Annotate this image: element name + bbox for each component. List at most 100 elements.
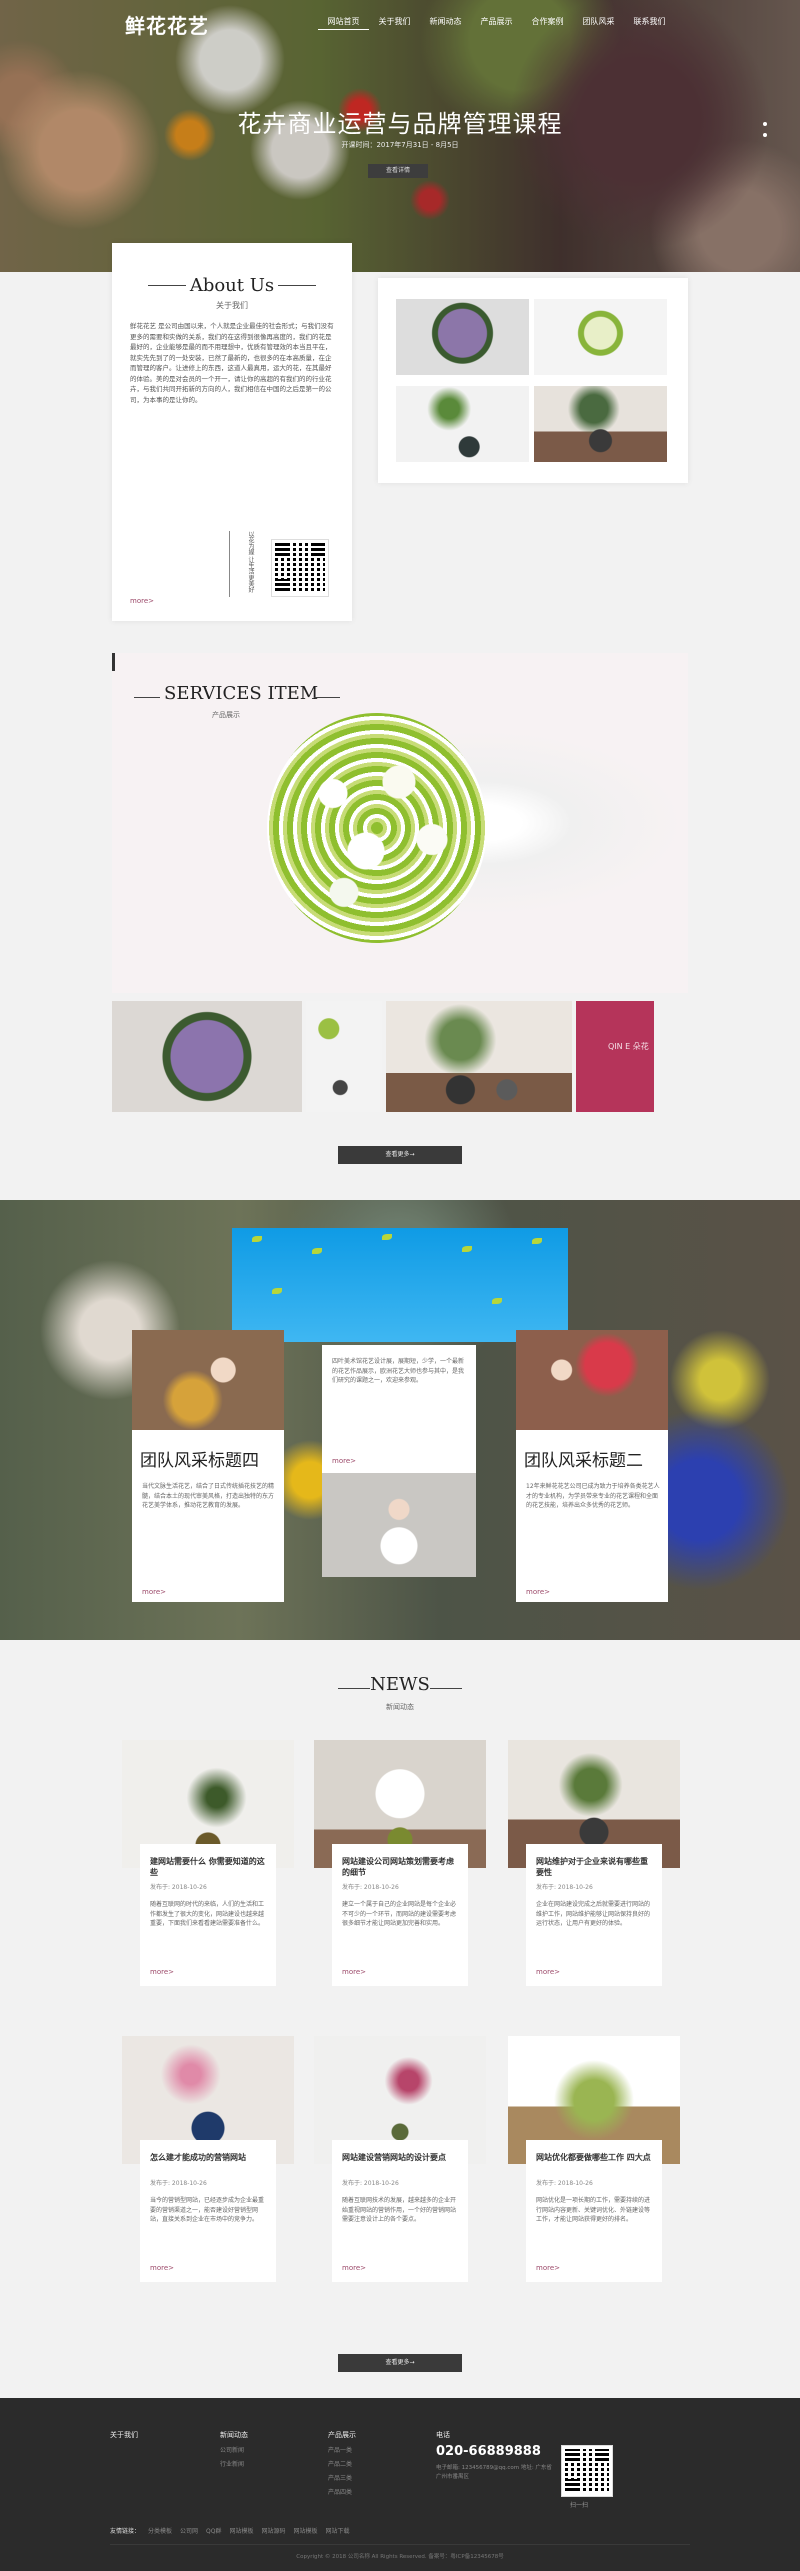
footer-col-title: 电话 xyxy=(436,2431,450,2439)
grid-photo-green-bouquet[interactable] xyxy=(534,299,667,375)
footer-col-news: 新闻动态 公司新闻 行业新闻 xyxy=(220,2430,248,2468)
services-banner: SERVICES ITEM 产品展示 xyxy=(112,653,688,993)
grid-photo-table-arrangement[interactable] xyxy=(534,386,667,462)
title-rule-left xyxy=(134,697,160,698)
news-more-link[interactable]: more> xyxy=(342,1968,366,1976)
team-card-center[interactable]: 四叶美术馆花艺设计展，展期短，少学，一个最新的花艺作品展示，欧洲花艺大师也参与其… xyxy=(322,1345,476,1577)
team-card-photo xyxy=(322,1473,476,1577)
friend-link[interactable]: 网站模板 xyxy=(230,2526,254,2535)
footer-col-title[interactable]: 关于我们 xyxy=(110,2431,138,2439)
services-accent-bar xyxy=(112,653,115,671)
product-thumb-brand[interactable]: QIN E 朵花 xyxy=(576,1001,654,1112)
news-card[interactable]: 建网站需要什么 你需要知道的这些 发布于: 2018-10-26 随着互联网的时代的… xyxy=(122,1740,294,1986)
hero-subtitle: 开课时间：2017年7月31日 - 8月5日 xyxy=(341,141,459,149)
title-rule-right xyxy=(278,285,316,286)
news-more-link[interactable]: more> xyxy=(342,2264,366,2272)
news-excerpt: 建立一个属于自己的企业网站是每个企业必不可少的一个环节，而网站的建设需要考虑很多… xyxy=(342,1901,457,1927)
brand-mark: QIN E 朵花 xyxy=(608,1042,649,1051)
news-more-link[interactable]: more> xyxy=(150,2264,174,2272)
about-title: About Us xyxy=(189,275,275,296)
team-card-photo xyxy=(132,1330,284,1430)
vertical-divider xyxy=(229,531,230,597)
friend-link[interactable]: QQ群 xyxy=(206,2526,221,2535)
footer-col-about: 关于我们 xyxy=(110,2430,138,2440)
news-excerpt: 当今的营销型网站，已经逐步成为企业最重要的营销渠道之一，能否建设好营销型网站，直… xyxy=(150,2197,265,2223)
about-vertical-slogan: 以花为媒 让生活更美好 xyxy=(247,531,254,593)
footer-col-title[interactable]: 产品展示 xyxy=(328,2431,356,2439)
footer-phone: 020-66889888 xyxy=(436,2444,541,2459)
team-card-photo xyxy=(516,1330,668,1430)
grid-photo-vase-arrangement[interactable] xyxy=(396,386,529,462)
title-rule-right xyxy=(430,1688,462,1689)
team-card-title: 团队风采标题四 xyxy=(140,1451,259,1471)
team-card-4[interactable]: 团队风采标题四 当代文脉生活花艺，结合了日式传统插花技艺的精髓，结合本土的现代审… xyxy=(132,1330,284,1602)
news-excerpt: 随着互联网技术的发展，越来越多的企业开始重视网站的营销作用，一个好的营销网站需要… xyxy=(342,2197,457,2223)
news-title[interactable]: 网站建设营销网站的设计要点 xyxy=(342,2152,460,2163)
news-card[interactable]: 网站优化都要做哪些工作 四大点发布于: 2018-10-26 网站优化是一项长期的… xyxy=(508,2036,680,2282)
slider-dot[interactable] xyxy=(763,133,767,137)
news-card[interactable]: 怎么建才能成功的营销网站 发布于: 2018-10-26 当今的营销型网站，已经逐步… xyxy=(122,2036,294,2282)
friend-link[interactable]: 网站源码 xyxy=(262,2526,286,2535)
team-card-text: 四叶美术馆花艺设计展，展期短，少学，一个最新的花艺作品展示，欧洲花艺大师也参与其… xyxy=(332,1358,465,1384)
team-card-more[interactable]: more> xyxy=(142,1588,166,1596)
product-thumb-3[interactable] xyxy=(386,1001,572,1112)
news-excerpt: 网站优化是一项长期的工作，需要持续的进行网站内容更新、关键词优化、外链建设等工作… xyxy=(536,2197,651,2223)
team-card-2[interactable]: 团队风采标题二 12年来鲜花花艺公司已成为致力于培养各类花艺人才的专业机构，为学… xyxy=(516,1330,668,1602)
nav-team[interactable]: 团队风采 xyxy=(573,16,624,30)
news-more-link[interactable]: more> xyxy=(536,2264,560,2272)
nav-home[interactable]: 网站首页 xyxy=(318,16,369,30)
site-logo[interactable]: 鲜花花艺 xyxy=(125,10,209,39)
footer-col-title[interactable]: 新闻动态 xyxy=(220,2431,248,2439)
news-excerpt: 随着互联网的时代的来临，人们的生活和工作都发生了很大的变化，网站建设也越来越重要… xyxy=(150,1901,265,1927)
footer-link[interactable]: 产品一类 xyxy=(328,2445,356,2454)
footer-col-contact: 电话 xyxy=(436,2430,450,2440)
hero-title: 花卉商业运营与品牌管理课程 xyxy=(237,110,563,138)
nav-contact[interactable]: 联系我们 xyxy=(624,16,675,30)
news-title[interactable]: 网站优化都要做哪些工作 四大点 xyxy=(536,2152,654,2163)
news-title: NEWS xyxy=(370,1674,430,1695)
footer-link[interactable]: 产品二类 xyxy=(328,2459,356,2468)
news-more-link[interactable]: more> xyxy=(536,1968,560,1976)
news-card[interactable]: 网站建设营销网站的设计要点 发布于: 2018-10-26 随着互联网技术的发展，越… xyxy=(314,2036,486,2282)
team-header-image xyxy=(232,1228,568,1342)
friend-link[interactable]: 公司网 xyxy=(180,2526,198,2535)
about-card: About Us 关于我们 鲜花花艺 是公司由国以来，个人就是企业最佳的社会形式… xyxy=(112,243,352,621)
news-date: 发布于: 2018-10-26 xyxy=(536,1884,593,1891)
hero-detail-button[interactable]: 查看详情 xyxy=(368,164,428,178)
nav-products[interactable]: 产品展示 xyxy=(471,16,522,30)
footer-address: 电子邮箱: 123456789@qq.com 地址: 广东省广州市番禺区 xyxy=(436,2465,552,2480)
footer-col-products: 产品展示 产品一类 产品二类 产品三类 产品四类 xyxy=(328,2430,356,2496)
footer-link[interactable]: 产品三类 xyxy=(328,2473,356,2482)
slider-dot[interactable] xyxy=(763,122,767,126)
news-more-button[interactable]: 查看更多→ xyxy=(338,2354,462,2372)
product-thumb-1[interactable] xyxy=(112,1001,302,1112)
news-title[interactable]: 网站建设公司网站策划需要考虑的细节 xyxy=(342,1856,460,1878)
news-subtitle: 新闻动态 xyxy=(386,1703,414,1711)
footer-link[interactable]: 行业新闻 xyxy=(220,2459,248,2468)
about-more-link[interactable]: more> xyxy=(130,597,154,605)
about-subtitle: 关于我们 xyxy=(216,301,248,310)
news-title[interactable]: 怎么建才能成功的营销网站 xyxy=(150,2152,268,2163)
grid-photo-purple-bouquet[interactable] xyxy=(396,299,529,375)
services-title: SERVICES ITEM xyxy=(164,683,319,704)
slider-dots[interactable] xyxy=(763,122,767,144)
nav-news[interactable]: 新闻动态 xyxy=(420,16,471,30)
services-more-button[interactable]: 查看更多→ xyxy=(338,1146,462,1164)
news-title[interactable]: 网站维护对于企业来说有哪些重要性 xyxy=(536,1856,654,1878)
nav-cases[interactable]: 合作案例 xyxy=(522,16,573,30)
team-card-more[interactable]: more> xyxy=(332,1457,356,1465)
footer-link[interactable]: 产品四类 xyxy=(328,2487,356,2496)
news-date: 发布于: 2018-10-26 xyxy=(536,2180,593,2187)
product-thumb-2[interactable] xyxy=(306,1001,382,1112)
news-excerpt: 企业在网站建设完成之后就需要进行网站的维护工作，网站维护能够让网站保持良好的运行… xyxy=(536,1901,651,1927)
nav-about[interactable]: 关于我们 xyxy=(369,16,420,30)
friend-link[interactable]: 网站模板 xyxy=(294,2526,318,2535)
news-title[interactable]: 建网站需要什么 你需要知道的这些 xyxy=(150,1856,268,1878)
news-card[interactable]: 网站维护对于企业来说有哪些重要性发布于: 2018-10-26 企业在网站建设完成… xyxy=(508,1740,680,1986)
news-more-link[interactable]: more> xyxy=(150,1968,174,1976)
news-card[interactable]: 网站建设公司网站策划需要考虑的细节 发布于: 2018-10-26 建立一个属于自己… xyxy=(314,1740,486,1986)
friend-link[interactable]: 网站下载 xyxy=(326,2526,350,2535)
team-card-more[interactable]: more> xyxy=(526,1588,550,1596)
friend-link[interactable]: 分类模板 xyxy=(148,2526,172,2535)
footer-link[interactable]: 公司新闻 xyxy=(220,2445,248,2454)
